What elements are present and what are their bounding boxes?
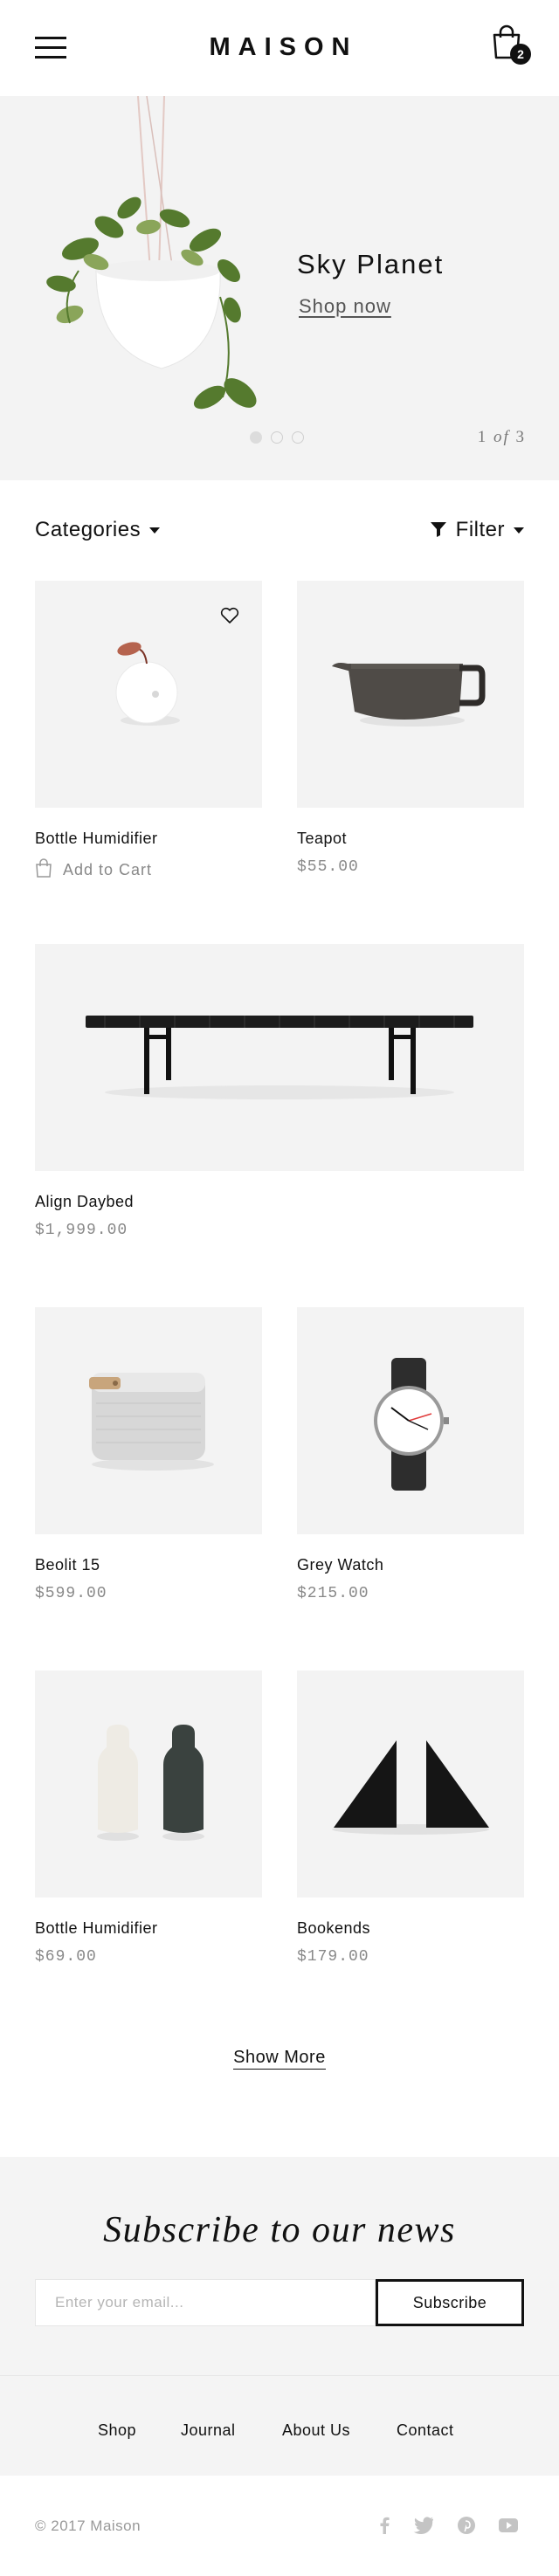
- watch-illustration: [374, 1358, 449, 1491]
- slide-of: of: [493, 428, 510, 446]
- chevron-down-icon: [514, 527, 524, 534]
- product-card[interactable]: Beolit 15 $599.00: [35, 1307, 262, 1622]
- product-price: $599.00: [35, 1585, 107, 1602]
- product-card[interactable]: Bottle Humidifier Add to Cart: [35, 581, 262, 895]
- speaker-illustration: [89, 1373, 214, 1471]
- slide-total: 3: [515, 428, 526, 446]
- filter-icon: [430, 521, 446, 537]
- carousel-dots: [250, 431, 313, 444]
- product-price: $55.00: [297, 858, 359, 876]
- hero-title: Sky Planet: [297, 249, 445, 279]
- product-image[interactable]: [35, 1670, 262, 1898]
- product-name[interactable]: Bottle Humidifier: [35, 1919, 158, 1938]
- hero-banner: Sky Planet Shop now 1 of 3: [0, 96, 559, 480]
- pinterest-icon[interactable]: [456, 2516, 477, 2535]
- filter-label: Filter: [455, 518, 505, 541]
- product-image[interactable]: [35, 1307, 262, 1534]
- slide-current: 1: [477, 428, 488, 446]
- product-name[interactable]: Beolit 15: [35, 1556, 100, 1574]
- bookends-illustration: [332, 1740, 489, 1835]
- brand-logo[interactable]: MAISON: [0, 33, 559, 62]
- product-price: $1,999.00: [35, 1222, 128, 1239]
- product-name[interactable]: Bottle Humidifier: [35, 830, 158, 848]
- footer-link-journal[interactable]: Journal: [181, 2421, 236, 2440]
- product-name[interactable]: Bookends: [297, 1919, 370, 1938]
- hanging-plant-image: [46, 96, 257, 410]
- subscribe-button[interactable]: Subscribe: [376, 2279, 524, 2326]
- shopping-bag-icon: [36, 858, 52, 878]
- product-card[interactable]: Teapot $55.00: [297, 581, 524, 895]
- carousel-dot-3[interactable]: [292, 431, 304, 444]
- chevron-down-icon: [149, 527, 161, 534]
- product-name[interactable]: Align Daybed: [35, 1193, 134, 1211]
- product-image[interactable]: [297, 1307, 524, 1534]
- product-name[interactable]: Grey Watch: [297, 1556, 383, 1574]
- footer-link-about-us[interactable]: About Us: [282, 2421, 350, 2440]
- show-more-link[interactable]: Show More: [233, 2048, 326, 2070]
- site-header: MAISON 2: [0, 0, 559, 96]
- heart-icon[interactable]: [220, 607, 239, 624]
- product-image[interactable]: [297, 581, 524, 808]
- grinder-bottles-illustration: [97, 1725, 204, 1841]
- product-price: $179.00: [297, 1948, 369, 1966]
- copyright-text: © 2017 Maison: [35, 2517, 141, 2534]
- product-image[interactable]: [35, 581, 262, 808]
- product-price: $215.00: [297, 1585, 369, 1602]
- product-card[interactable]: Bookends $179.00: [297, 1670, 524, 1985]
- shop-now-link[interactable]: Shop now: [299, 295, 391, 318]
- footer-link-contact[interactable]: Contact: [397, 2421, 454, 2440]
- product-name[interactable]: Teapot: [297, 830, 347, 848]
- daybed-illustration: [86, 1016, 473, 1099]
- newsletter-section: Subscribe to our news Subscribe: [0, 2157, 559, 2375]
- product-image[interactable]: [35, 944, 524, 1171]
- categories-dropdown[interactable]: Categories: [35, 518, 161, 542]
- add-to-cart-label: Add to Cart: [63, 861, 153, 878]
- twitter-icon[interactable]: [413, 2516, 434, 2535]
- cart-count-badge: 2: [510, 44, 531, 65]
- product-price: $69.00: [35, 1948, 97, 1966]
- product-card[interactable]: Align Daybed $1,999.00: [35, 944, 524, 1258]
- product-card[interactable]: Grey Watch $215.00: [297, 1307, 524, 1622]
- email-field[interactable]: [35, 2279, 376, 2326]
- product-image[interactable]: [297, 1670, 524, 1898]
- footer-nav: Shop Journal About Us Contact: [0, 2375, 559, 2476]
- youtube-icon[interactable]: [498, 2516, 519, 2535]
- show-more-row: Show More: [0, 2048, 559, 2070]
- cart-button[interactable]: 2: [491, 24, 531, 66]
- carousel-dot-2[interactable]: [271, 431, 283, 444]
- teapot-illustration: [332, 663, 486, 727]
- facebook-icon[interactable]: [374, 2516, 395, 2535]
- add-to-cart-button[interactable]: Add to Cart: [35, 858, 152, 879]
- carousel-dot-1[interactable]: [250, 431, 262, 444]
- product-card[interactable]: Bottle Humidifier $69.00: [35, 1670, 262, 1985]
- footer-link-shop[interactable]: Shop: [98, 2421, 136, 2440]
- newsletter-title: Subscribe to our news: [103, 2210, 456, 2250]
- product-toolbar: Categories Filter: [0, 480, 559, 581]
- slide-counter: 1 of 3: [478, 428, 526, 447]
- bottom-bar: © 2017 Maison: [0, 2476, 559, 2576]
- categories-label: Categories: [35, 518, 141, 541]
- filter-dropdown[interactable]: Filter: [430, 518, 524, 542]
